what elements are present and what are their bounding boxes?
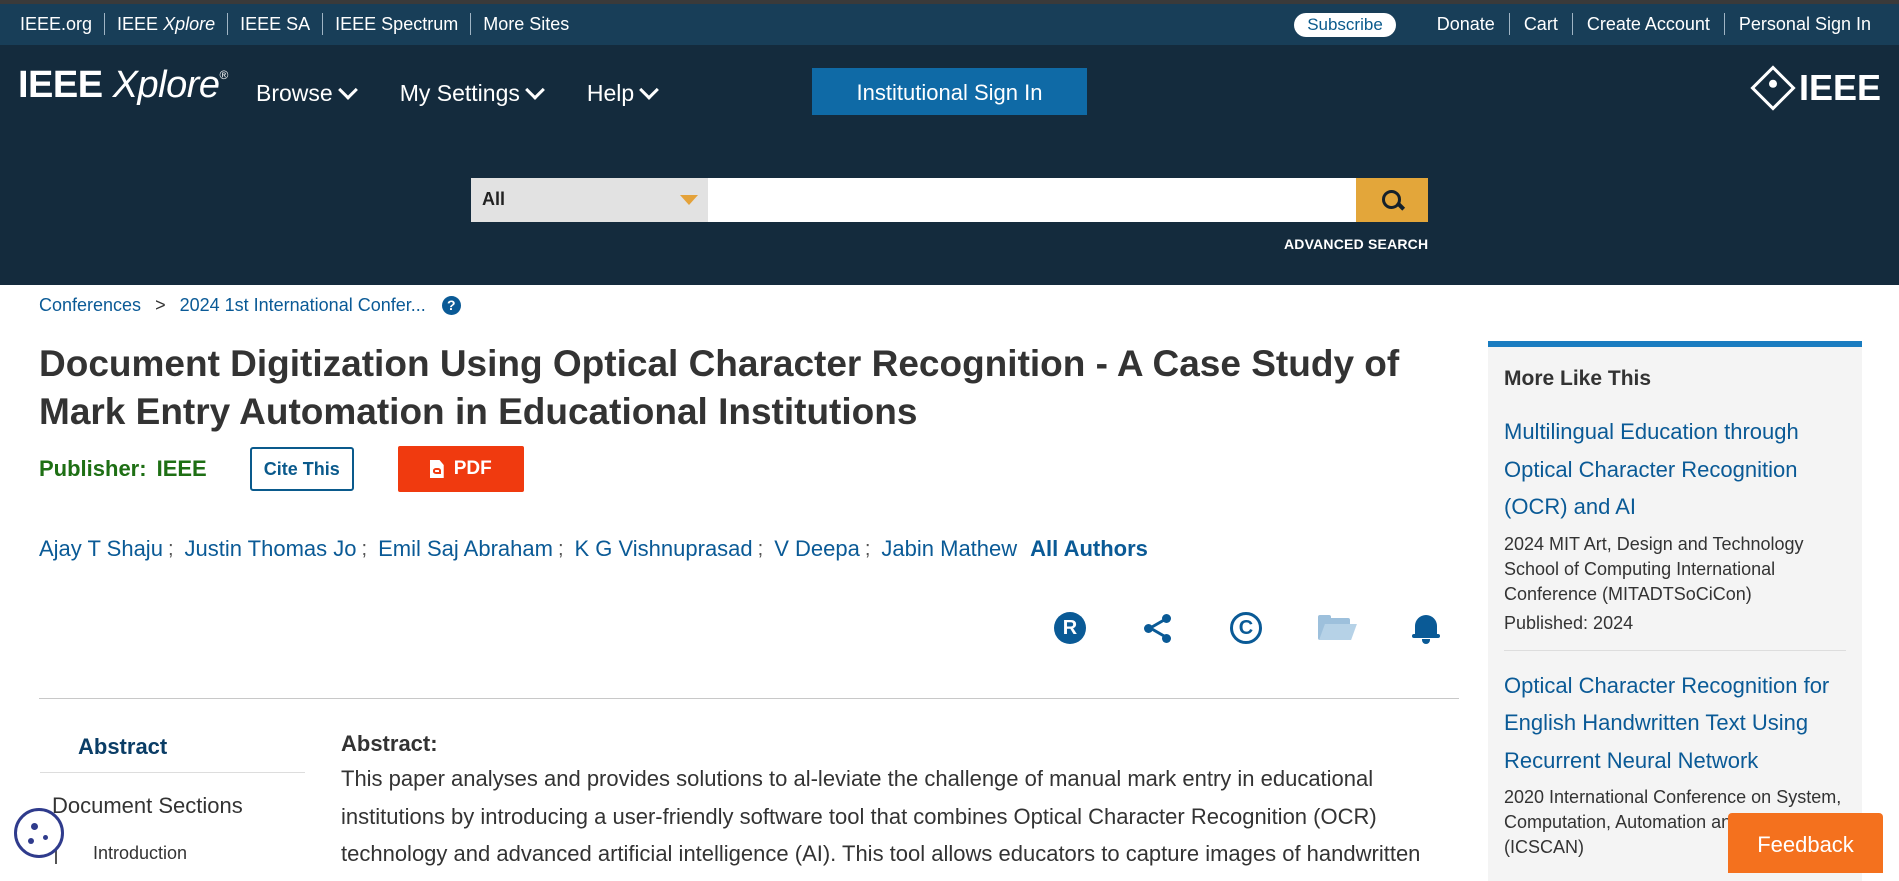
nav-my-settings[interactable]: My Settings xyxy=(400,79,545,107)
related-article-conference: 2024 MIT Art, Design and Technology Scho… xyxy=(1504,533,1804,604)
bell-icon[interactable] xyxy=(1410,612,1442,644)
sidenav-abstract[interactable]: Abstract xyxy=(40,730,305,773)
institutional-sign-in-button[interactable]: Institutional Sign In xyxy=(812,68,1087,115)
account-links: Donate Cart Create Account Personal Sign… xyxy=(1423,13,1885,35)
publisher: Publisher: IEEE xyxy=(39,456,207,481)
breadcrumb-conference[interactable]: 2024 1st International Confer... xyxy=(180,295,426,316)
link-ieee-xplore[interactable]: IEEE Xplore xyxy=(105,13,229,35)
search-scope-select[interactable]: All xyxy=(471,178,708,222)
sidenav-document-sections: Document Sections xyxy=(52,793,243,818)
related-article-published: Published: 2024 xyxy=(1504,612,1634,633)
more-like-this-heading: More Like This xyxy=(1504,367,1652,390)
help-icon[interactable]: ? xyxy=(441,296,461,315)
folder-icon[interactable] xyxy=(1318,612,1357,644)
subscribe-button[interactable]: Subscribe xyxy=(1294,13,1396,37)
chevron-down-icon xyxy=(524,79,545,100)
ieee-brand-logo[interactable]: IEEE xyxy=(1750,65,1881,111)
pdf-button[interactable]: PDF xyxy=(397,446,524,492)
pdf-file-icon xyxy=(429,460,444,478)
author-link[interactable]: Justin Thomas Jo xyxy=(185,536,357,562)
author-list: Ajay T Shaju; Justin Thomas Jo; Emil Saj… xyxy=(39,536,1148,562)
copyright-icon[interactable]: C xyxy=(1230,612,1262,644)
search-input[interactable] xyxy=(708,178,1356,222)
search-button[interactable] xyxy=(1356,178,1428,222)
site-header: IEEE Xplore® Browse My Settings Help Ins… xyxy=(0,45,1899,285)
link-cart[interactable]: Cart xyxy=(1510,13,1573,35)
link-ieee-org[interactable]: IEEE.org xyxy=(8,13,106,35)
author-link[interactable]: Ajay T Shaju xyxy=(39,536,163,562)
cite-this-button[interactable]: Cite This xyxy=(249,447,354,491)
related-article-title[interactable]: Multilingual Education through Optical C… xyxy=(1504,413,1846,526)
breadcrumb: Conferences > 2024 1st International Con… xyxy=(39,295,461,316)
breadcrumb-separator: > xyxy=(155,295,166,315)
article-title: Document Digitization Using Optical Char… xyxy=(39,343,1400,432)
content-divider xyxy=(39,698,1459,699)
main-nav: Browse My Settings Help xyxy=(256,79,701,107)
cookie-settings-icon[interactable] xyxy=(14,808,64,858)
author-link[interactable]: K G Vishnuprasad xyxy=(575,536,753,562)
chevron-down-icon xyxy=(337,79,358,100)
author-link[interactable]: Jabin Mathew xyxy=(881,536,1017,562)
dropdown-arrow-icon xyxy=(680,195,698,205)
author-link[interactable]: V Deepa xyxy=(774,536,860,562)
ieee-diamond-icon xyxy=(1750,65,1796,111)
sidenav-section-introduction[interactable]: Introduction xyxy=(55,829,305,864)
link-donate[interactable]: Donate xyxy=(1423,13,1510,35)
link-ieee-spectrum[interactable]: IEEE Spectrum xyxy=(323,13,472,35)
ieee-xplore-logo[interactable]: IEEE Xplore® xyxy=(18,64,228,107)
link-create-account[interactable]: Create Account xyxy=(1573,13,1725,35)
related-article: Multilingual Education through Optical C… xyxy=(1504,391,1846,634)
related-article-title[interactable]: Optical Character Recognition for Englis… xyxy=(1504,667,1846,780)
chevron-down-icon xyxy=(639,79,660,100)
article-actions: R C xyxy=(1054,612,1498,644)
abstract-heading: Abstract: xyxy=(341,731,438,756)
abstract-text: This paper analyses and provides solutio… xyxy=(341,766,1421,866)
link-personal-sign-in[interactable]: Personal Sign In xyxy=(1725,13,1885,35)
top-utility-bar: IEEE.org IEEE Xplore IEEE SA IEEE Spectr… xyxy=(0,0,1899,45)
share-icon[interactable] xyxy=(1142,612,1174,644)
search-bar: All xyxy=(471,178,1428,222)
publisher-row: Publisher: IEEE Cite This PDF xyxy=(39,446,524,492)
document-sidenav: Abstract Document Sections Introduction xyxy=(40,730,305,864)
feedback-button[interactable]: Feedback xyxy=(1728,813,1883,873)
author-link[interactable]: Emil Saj Abraham xyxy=(378,536,553,562)
more-like-this-panel: More Like This Multilingual Education th… xyxy=(1488,341,1862,881)
advanced-search-link[interactable]: ADVANCED SEARCH xyxy=(1284,236,1428,252)
link-ieee-sa[interactable]: IEEE SA xyxy=(228,13,324,35)
ieee-sites-links: IEEE.org IEEE Xplore IEEE SA IEEE Spectr… xyxy=(8,13,581,35)
link-more-sites[interactable]: More Sites xyxy=(471,13,581,35)
abstract-section: Abstract: This paper analyses and provid… xyxy=(341,731,1461,873)
nav-browse[interactable]: Browse xyxy=(256,79,358,107)
breadcrumb-conferences[interactable]: Conferences xyxy=(39,295,141,316)
all-authors-link[interactable]: All Authors xyxy=(1030,536,1148,562)
rights-icon[interactable]: R xyxy=(1054,612,1086,644)
nav-help[interactable]: Help xyxy=(587,79,660,107)
